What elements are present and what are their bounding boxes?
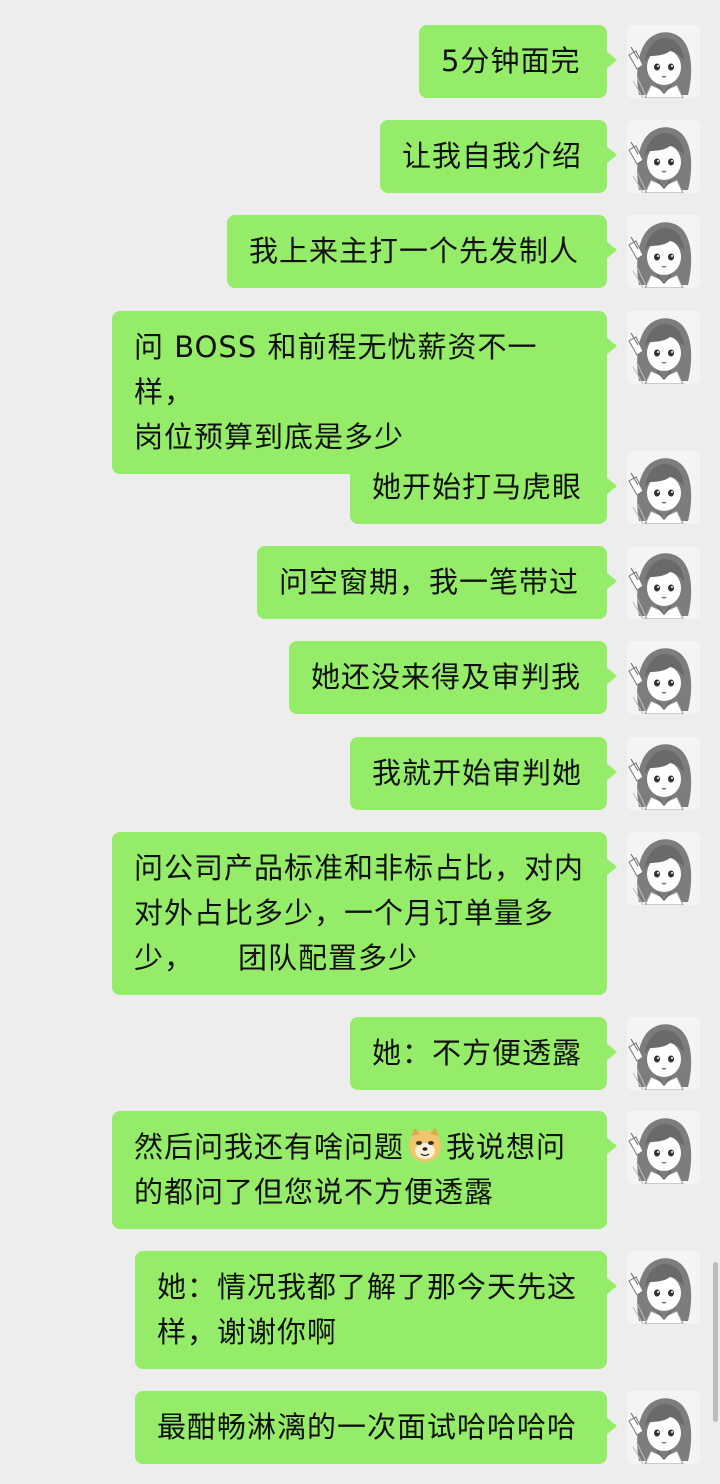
message-text: 然后问我还有啥问题 [134,1130,405,1164]
avatar[interactable] [627,25,700,98]
message-bubble[interactable]: 然后问我还有啥问题 我说想问 的都问了但您说不方便透露 [112,1111,617,1229]
chat-area: 5分钟面完 让我自我介绍 我上来主打一个先发制人 问 BOSS 和前程无忧薪资不… [0,0,720,1484]
chat-message: 她开始打马虎眼 [350,451,700,524]
message-bubble[interactable]: 我就开始审判她 [350,737,617,810]
avatar[interactable] [627,451,700,524]
message-text: 问空窗期，我一笔带过 [279,565,580,599]
girl-avatar-icon [627,737,700,810]
message-text: 我就开始审判她 [372,756,583,790]
message-text-line: 问公司产品标准和非标占比，对内 [134,851,585,885]
girl-avatar-icon [627,215,700,288]
chat-message: 我上来主打一个先发制人 [227,215,700,288]
message-text: 她开始打马虎眼 [372,470,583,504]
message-bubble[interactable]: 问空窗期，我一笔带过 [257,546,617,619]
girl-avatar-icon [627,832,700,905]
message-bubble[interactable]: 最酣畅淋漓的一次面试哈哈哈哈 [135,1391,617,1464]
girl-avatar-icon [627,25,700,98]
avatar[interactable] [627,546,700,619]
avatar[interactable] [627,311,700,384]
chat-message: 她：情况我都了解了那今天先这 样，谢谢你啊 [135,1251,700,1369]
message-text-line: 对外占比多少，一个月订单量多 [134,896,555,930]
message-bubble[interactable]: 她：不方便透露 [350,1017,617,1090]
message-text: 我说想问 [446,1130,567,1164]
avatar[interactable] [627,737,700,810]
chat-message: 我就开始审判她 [350,737,700,810]
message-bubble[interactable]: 我上来主打一个先发制人 [227,215,617,288]
message-bubble[interactable]: 让我自我介绍 [380,120,617,193]
girl-avatar-icon [627,1017,700,1090]
message-bubble[interactable]: 她：情况我都了解了那今天先这 样，谢谢你啊 [135,1251,617,1369]
girl-avatar-icon [627,120,700,193]
girl-avatar-icon [627,1111,700,1184]
doge-emoji-icon [406,1126,444,1164]
avatar[interactable] [627,641,700,714]
message-text: 少， [134,941,195,975]
message-text-line: 她：情况我都了解了那今天先这 [157,1270,578,1304]
message-text-line: 然后问我还有啥问题 我说想问 [134,1125,585,1170]
message-text-line: 少， 团队配置多少 [134,936,585,981]
avatar[interactable] [627,1017,700,1090]
message-text-line: 样，谢谢你啊 [157,1315,338,1349]
message-text: 让我自我介绍 [402,139,583,173]
message-text-line: 的都问了但您说不方便透露 [134,1175,495,1209]
message-text: 她还没来得及审判我 [311,660,582,694]
avatar[interactable] [627,1391,700,1464]
redaction-block [194,942,239,972]
chat-message: 问 BOSS 和前程无忧薪资不一样， 岗位预算到底是多少 [112,311,700,474]
avatar[interactable] [627,1251,700,1324]
chat-message: 让我自我介绍 [380,120,700,193]
message-text: 我上来主打一个先发制人 [249,234,580,268]
chat-message: 5分钟面完 [419,25,700,98]
girl-avatar-icon [627,1391,700,1464]
girl-avatar-icon [627,451,700,524]
message-bubble[interactable]: 问公司产品标准和非标占比，对内 对外占比多少，一个月订单量多 少， 团队配置多少 [112,832,617,995]
chat-message: 问公司产品标准和非标占比，对内 对外占比多少，一个月订单量多 少， 团队配置多少 [112,832,700,995]
message-text: 最酣畅淋漓的一次面试哈哈哈哈 [157,1410,578,1444]
message-text: 团队配置多少 [238,941,419,975]
chat-message: 她：不方便透露 [350,1017,700,1090]
scrollbar[interactable] [713,1262,718,1422]
avatar[interactable] [627,120,700,193]
avatar[interactable] [627,832,700,905]
girl-avatar-icon [627,1251,700,1324]
girl-avatar-icon [627,311,700,384]
chat-message: 最酣畅淋漓的一次面试哈哈哈哈 [135,1391,700,1464]
message-bubble[interactable]: 5分钟面完 [419,25,617,98]
message-text: 5分钟面完 [441,44,581,78]
message-text-line: 问 BOSS 和前程无忧薪资不一样， [134,330,538,409]
message-bubble[interactable]: 问 BOSS 和前程无忧薪资不一样， 岗位预算到底是多少 [112,311,617,474]
chat-message: 然后问我还有啥问题 我说想问 的都问了但您说不方便透露 [112,1111,700,1229]
chat-message: 她还没来得及审判我 [289,641,700,714]
message-text: 她：不方便透露 [372,1036,583,1070]
avatar[interactable] [627,215,700,288]
girl-avatar-icon [627,546,700,619]
chat-message: 问空窗期，我一笔带过 [257,546,700,619]
message-bubble[interactable]: 她开始打马虎眼 [350,451,617,524]
girl-avatar-icon [627,641,700,714]
message-bubble[interactable]: 她还没来得及审判我 [289,641,617,714]
avatar[interactable] [627,1111,700,1184]
